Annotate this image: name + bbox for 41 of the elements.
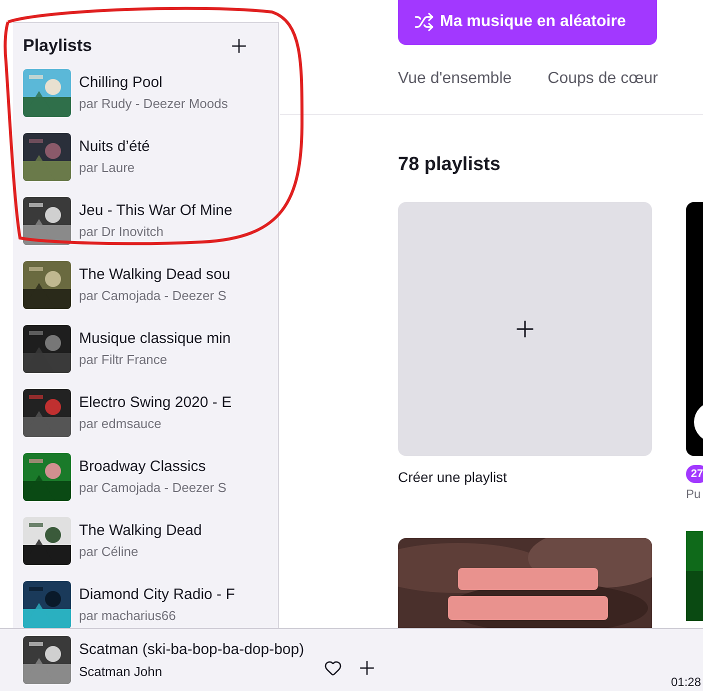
playlist-title: Broadway Classics <box>79 456 207 477</box>
card-caption: Pu <box>686 486 702 503</box>
card-label: Créer une playlist <box>398 468 508 487</box>
playlist-title: Diamond City Radio - F <box>79 584 235 605</box>
section-title: 78 playlists <box>398 152 502 176</box>
count-badge: 27 <box>686 465 703 483</box>
track-artist: Scatman John <box>79 662 164 680</box>
playlist-title: Musique classique min <box>79 328 231 349</box>
playlist-owner: par Rudy - Deezer Moods <box>79 94 228 113</box>
playlist-title: Nuits d’été <box>79 136 150 157</box>
elapsed-time: 01:28 <box>670 674 701 691</box>
playlist-item[interactable]: Diamond City Radio - F par macharius66 <box>13 572 278 628</box>
playlist-item[interactable]: Electro Swing 2020 - E par edmsauce <box>13 380 278 444</box>
playlist-item[interactable]: Chilling Pool par Rudy - Deezer Moods <box>13 60 278 124</box>
tab[interactable]: Vue d'ensemble <box>398 67 512 92</box>
playlist-title: The Walking Dead <box>79 520 202 541</box>
playlist-item[interactable]: Nuits d’été par Laure <box>13 124 278 188</box>
playlist-owner: par Laure <box>79 158 136 177</box>
playlist-owner: par macharius66 <box>79 606 177 625</box>
playlist-item[interactable]: Broadway Classics par Camojada - Deezer S <box>13 444 278 508</box>
track-title: Scatman (ski-ba-bop-ba-dop-bop) <box>79 640 304 660</box>
playlist-title: Jeu - This War Of Mine <box>79 200 232 221</box>
playlist-owner: par edmsauce <box>79 414 162 433</box>
playlist-title: Electro Swing 2020 - E <box>79 392 232 413</box>
sidebar-title: Playlists <box>23 35 92 57</box>
heart-icon <box>324 659 342 677</box>
playlist-item[interactable]: Jeu - This War Of Mine par Dr Inovitch <box>13 188 278 252</box>
tab[interactable]: Coups de cœur <box>548 67 658 92</box>
favorite-button[interactable] <box>324 659 342 677</box>
playlist-title: Chilling Pool <box>79 72 164 93</box>
playlist-title: The Walking Dead sou <box>79 264 230 285</box>
playlist-owner: par Dr Inovitch <box>79 222 165 241</box>
playlist-owner: par Camojada - Deezer S <box>79 286 228 305</box>
shuffle-button[interactable]: Ma musique en aléatoire <box>398 0 657 45</box>
playlist-owner: par Camojada - Deezer S <box>79 478 226 497</box>
playlist-item[interactable]: Musique classique min par Filtr France <box>13 316 278 380</box>
playlist-item[interactable]: The Walking Dead par Céline <box>13 508 278 572</box>
shuffle-icon <box>414 12 434 32</box>
playlist-owner: par Céline <box>79 542 140 561</box>
playlist-item[interactable]: The Walking Dead sou par Camojada - Deezer S <box>13 252 278 316</box>
playlist-owner: par Filtr France <box>79 350 168 369</box>
